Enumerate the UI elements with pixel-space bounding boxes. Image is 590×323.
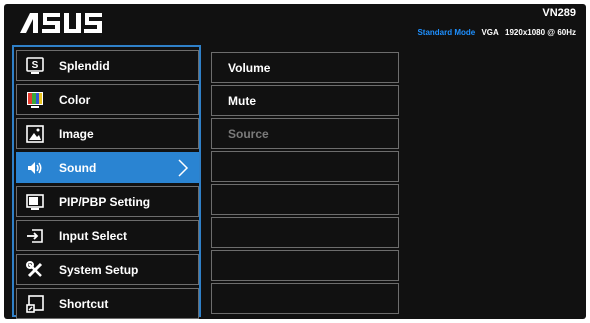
osd-panel: VN289 Standard Mode VGA 1920x1080 @ 60Hz… bbox=[4, 4, 586, 319]
sub-item-empty bbox=[211, 151, 399, 182]
shortcut-icon bbox=[23, 292, 47, 316]
menu-item-pip-pbp[interactable]: PIP/PBP Setting bbox=[16, 186, 199, 217]
menu-item-label: Shortcut bbox=[59, 296, 109, 311]
chevron-right-icon bbox=[176, 158, 190, 181]
sub-item-empty bbox=[211, 283, 399, 314]
menu-item-label: Input Select bbox=[59, 228, 128, 243]
input-source-label: VGA bbox=[481, 28, 499, 37]
sub-item-empty bbox=[211, 250, 399, 281]
menu-item-sound[interactable]: Sound bbox=[16, 152, 199, 183]
input-select-icon bbox=[23, 224, 47, 248]
menu-item-splendid[interactable]: S Splendid bbox=[16, 50, 199, 81]
menu-item-label: PIP/PBP Setting bbox=[59, 194, 151, 209]
menu-item-system-setup[interactable]: System Setup bbox=[16, 254, 199, 285]
resolution-label: 1920x1080 @ 60Hz bbox=[505, 28, 576, 37]
model-name: VN289 bbox=[542, 7, 576, 19]
menu-item-color[interactable]: Color bbox=[16, 84, 199, 115]
sub-item-empty bbox=[211, 217, 399, 248]
menu-item-label: Image bbox=[59, 126, 94, 141]
menu-item-label: Color bbox=[59, 92, 91, 107]
svg-text:S: S bbox=[32, 60, 39, 71]
splendid-icon: S bbox=[23, 54, 47, 78]
pip-icon bbox=[23, 190, 47, 214]
menu-item-label: Splendid bbox=[59, 58, 110, 73]
sub-item-mute[interactable]: Mute bbox=[211, 85, 399, 116]
menu-item-label: System Setup bbox=[59, 262, 139, 277]
sub-item-volume[interactable]: Volume bbox=[211, 52, 399, 83]
speaker-icon bbox=[23, 156, 47, 180]
color-icon bbox=[23, 88, 47, 112]
menu-item-image[interactable]: Image bbox=[16, 118, 199, 149]
menu-item-label: Sound bbox=[59, 160, 97, 175]
menu-item-input-select[interactable]: Input Select bbox=[16, 220, 199, 251]
main-menu: S Splendid Color Image Sound PIP/PBP Set… bbox=[12, 45, 201, 319]
menu-item-shortcut[interactable]: Shortcut bbox=[16, 288, 199, 319]
sub-item-source: Source bbox=[211, 118, 399, 149]
image-icon bbox=[23, 122, 47, 146]
mode-label: Standard Mode bbox=[417, 28, 476, 37]
asus-logo bbox=[20, 13, 102, 33]
status-bar: Standard Mode VGA 1920x1080 @ 60Hz bbox=[417, 28, 576, 37]
sub-item-empty bbox=[211, 184, 399, 215]
tools-icon bbox=[23, 258, 47, 282]
